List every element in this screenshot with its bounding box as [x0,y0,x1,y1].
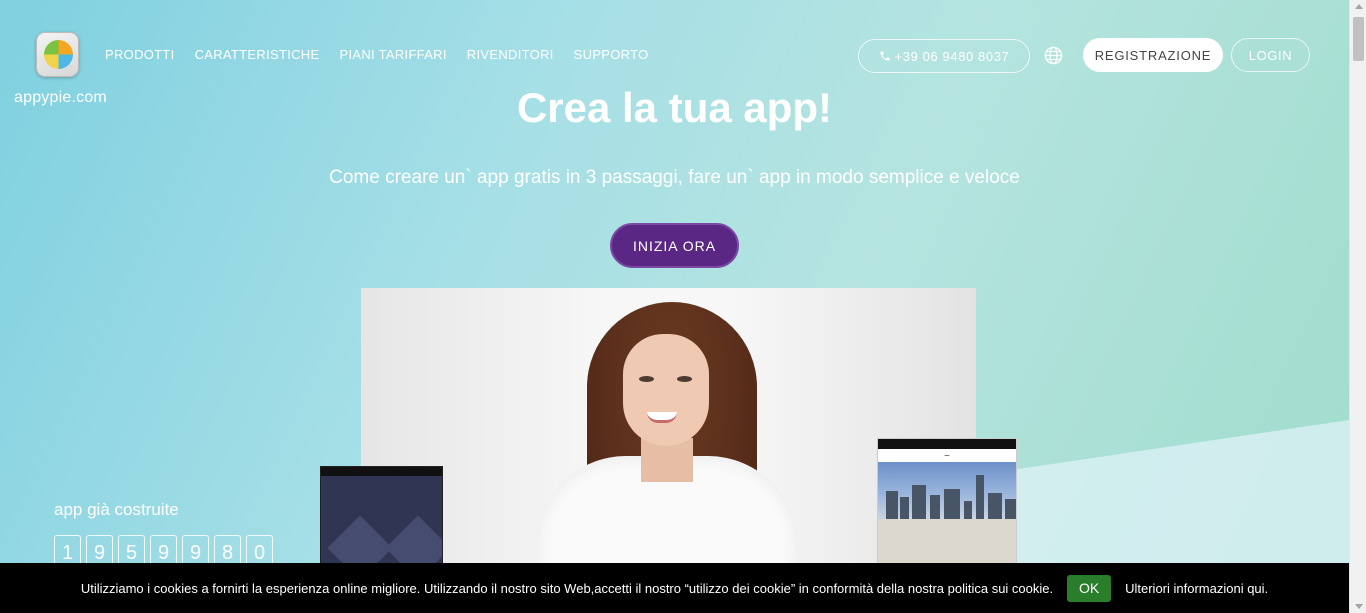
cookie-banner: Utilizziamo i cookies a fornirti la espe… [0,563,1349,613]
phone-icon [880,51,890,61]
page-scrollbar[interactable] [1349,0,1366,613]
scroll-up-arrow-icon[interactable] [1355,4,1363,9]
phone-mockup-left [320,466,443,571]
hero-woman-face [623,334,709,446]
phone-number: +39 06 9480 8037 [894,48,1010,64]
main-nav: PRODOTTI CARATTERISTICHE PIANI TARIFFARI… [105,47,649,62]
cookie-text: Utilizziamo i cookies a fornirti la espe… [80,580,1054,596]
nav-item-piani-tariffari[interactable]: PIANI TARIFFARI [339,47,446,62]
scrollbar-thumb[interactable] [1353,17,1364,61]
hero-woman-eye [639,376,654,382]
phone-mockup-right: ~ [877,438,1017,568]
login-button[interactable]: LOGIN [1231,38,1310,72]
hero-woman-eye [677,376,692,382]
nav-item-prodotti[interactable]: PRODOTTI [105,47,175,62]
globe-icon[interactable] [1044,46,1063,65]
cookie-ok-button[interactable]: OK [1067,574,1112,602]
start-now-button[interactable]: INIZIA ORA [610,223,739,268]
register-button[interactable]: REGISTRAZIONE [1083,38,1223,72]
phone-mockup-header: ~ [943,451,951,460]
city-skyline-image [878,462,1016,519]
logo-pie-icon [44,40,73,69]
nav-item-caratteristiche[interactable]: CARATTERISTICHE [195,47,320,62]
nav-item-rivenditori[interactable]: RIVENDITORI [467,47,554,62]
phone-button[interactable]: +39 06 9480 8037 [858,39,1030,73]
apps-built-label: app già costruite [54,500,179,519]
phone-mockup-lower-image [878,519,1016,567]
appypie-logo-icon[interactable] [36,32,79,77]
scroll-down-arrow-icon[interactable] [1355,604,1363,609]
hero-title: Crea la tua app! [516,84,833,131]
nav-item-supporto[interactable]: SUPPORTO [574,47,649,62]
hero-subtitle: Come creare un` app gratis in 3 passaggi… [329,167,1020,188]
cookie-more-info-link[interactable]: Ulteriori informazioni qui. [1125,581,1268,596]
